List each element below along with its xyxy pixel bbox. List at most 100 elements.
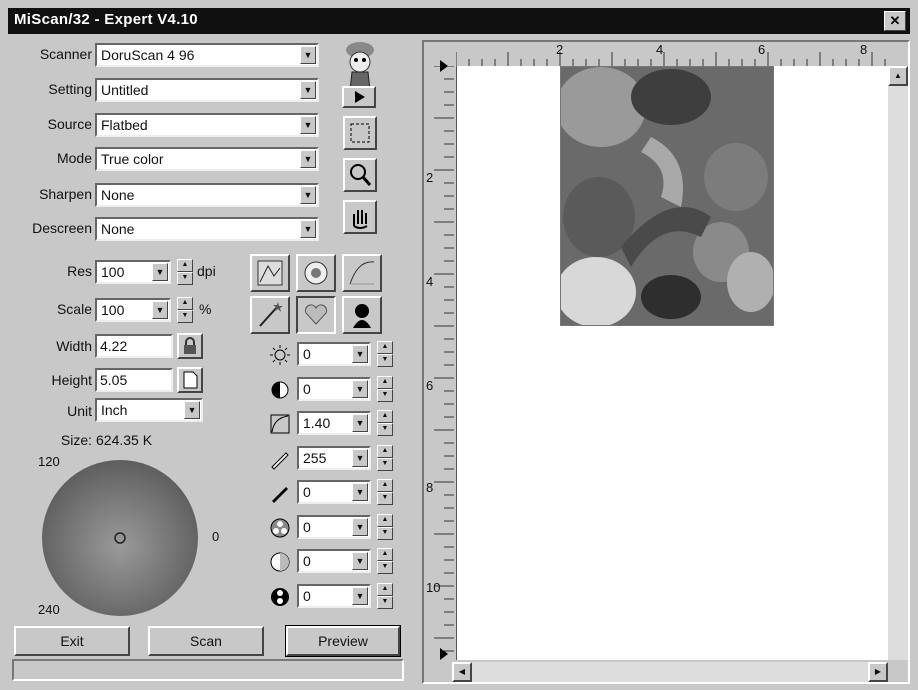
adjustment-spinner[interactable]: ▲ ▼	[377, 514, 393, 540]
horizontal-ruler-ticks	[455, 52, 886, 66]
size-label: Size:	[60, 432, 92, 448]
play-button[interactable]	[342, 86, 376, 108]
adjustment-select[interactable]: 0 ▼	[297, 515, 371, 539]
chevron-down-icon[interactable]: ▼	[300, 186, 316, 204]
chevron-down-icon[interactable]: ▼	[300, 81, 316, 99]
source-select[interactable]: Flatbed ▼	[95, 113, 319, 137]
spin-up-icon[interactable]: ▲	[377, 583, 393, 596]
chevron-down-icon[interactable]: ▼	[352, 587, 368, 605]
ruler-marker-icon[interactable]	[440, 60, 448, 72]
scroll-up-icon[interactable]: ▲	[888, 66, 908, 86]
chevron-down-icon[interactable]: ▼	[352, 380, 368, 398]
spin-down-icon[interactable]: ▼	[377, 354, 393, 367]
chevron-down-icon[interactable]: ▼	[184, 401, 200, 419]
spin-down-icon[interactable]: ▼	[377, 458, 393, 471]
spin-up-icon[interactable]: ▲	[377, 341, 393, 354]
horizontal-scrollbar[interactable]: ◀ ▶	[452, 662, 888, 682]
chevron-down-icon[interactable]: ▼	[352, 449, 368, 467]
adjustment-select[interactable]: 0 ▼	[297, 480, 371, 504]
chevron-down-icon[interactable]: ▼	[300, 150, 316, 168]
chevron-down-icon[interactable]: ▼	[300, 220, 316, 238]
spin-down-icon[interactable]: ▼	[377, 389, 393, 402]
mode-select[interactable]: True color ▼	[95, 147, 319, 171]
chevron-down-icon[interactable]: ▼	[152, 301, 168, 319]
chevron-down-icon[interactable]: ▼	[352, 345, 368, 363]
zoom-button[interactable]	[343, 158, 377, 192]
adjustment-select[interactable]: 255 ▼	[297, 446, 371, 470]
vertical-scrollbar[interactable]: ▲	[888, 66, 908, 660]
scanner-select[interactable]: DoruScan 4 96 ▼	[95, 43, 319, 67]
spin-down-icon[interactable]: ▼	[177, 310, 193, 323]
spin-up-icon[interactable]: ▲	[377, 376, 393, 389]
spin-up-icon[interactable]: ▲	[177, 259, 193, 272]
spin-down-icon[interactable]: ▼	[377, 423, 393, 436]
scale-spinner[interactable]: ▲ ▼	[177, 297, 193, 323]
select-area-button[interactable]	[343, 116, 377, 150]
spin-up-icon[interactable]: ▲	[377, 548, 393, 561]
unit-select[interactable]: Inch ▼	[95, 398, 203, 422]
pan-button[interactable]	[343, 200, 377, 234]
chevron-down-icon[interactable]: ▼	[352, 518, 368, 536]
spin-up-icon[interactable]: ▲	[377, 479, 393, 492]
close-button[interactable]: ✕	[884, 11, 906, 31]
color-wheel[interactable]	[40, 458, 200, 618]
adjustment-select[interactable]: 0 ▼	[297, 377, 371, 401]
filter-button-1[interactable]	[250, 254, 290, 292]
scroll-right-icon[interactable]: ▶	[868, 662, 888, 682]
adjustment-spinner[interactable]: ▲ ▼	[377, 341, 393, 367]
spin-up-icon[interactable]: ▲	[177, 297, 193, 310]
filter-button-3[interactable]	[342, 254, 382, 292]
setting-select[interactable]: Untitled ▼	[95, 78, 319, 102]
black-point-icon	[268, 481, 294, 507]
chevron-down-icon[interactable]: ▼	[352, 483, 368, 501]
lock-aspect-button[interactable]	[177, 333, 203, 359]
descreen-select[interactable]: None ▼	[95, 217, 319, 241]
res-select[interactable]: 100 ▼	[95, 260, 171, 284]
adjustment-select[interactable]: 0 ▼	[297, 584, 371, 608]
scale-select[interactable]: 100 ▼	[95, 298, 171, 322]
height-field[interactable]: 5.05	[95, 368, 173, 392]
scan-button[interactable]: Scan	[148, 626, 264, 656]
preview-image[interactable]	[560, 66, 774, 326]
adjustment-select[interactable]: 1.40 ▼	[297, 411, 371, 435]
filter-button-4[interactable]	[250, 296, 290, 334]
adjustment-select[interactable]: 0 ▼	[297, 342, 371, 366]
exit-button[interactable]: Exit	[14, 626, 130, 656]
res-spinner[interactable]: ▲ ▼	[177, 259, 193, 285]
chevron-down-icon[interactable]: ▼	[152, 263, 168, 281]
source-value: Flatbed	[101, 117, 148, 133]
spin-up-icon[interactable]: ▲	[377, 445, 393, 458]
adjustment-value: 0	[303, 588, 311, 604]
page-size-button[interactable]	[177, 367, 203, 393]
mode-label: Mode	[56, 150, 92, 166]
chevron-down-icon[interactable]: ▼	[352, 414, 368, 432]
adjustment-spinner[interactable]: ▲ ▼	[377, 479, 393, 505]
sharpen-select[interactable]: None ▼	[95, 183, 319, 207]
filter-button-2[interactable]	[296, 254, 336, 292]
adjustment-spinner[interactable]: ▲ ▼	[377, 445, 393, 471]
chevron-down-icon[interactable]: ▼	[352, 552, 368, 570]
chevron-down-icon[interactable]: ▼	[300, 46, 316, 64]
scanner-label: Scanner	[39, 46, 92, 62]
spin-down-icon[interactable]: ▼	[377, 561, 393, 574]
spin-down-icon[interactable]: ▼	[377, 596, 393, 609]
spin-down-icon[interactable]: ▼	[177, 272, 193, 285]
chevron-down-icon[interactable]: ▼	[300, 116, 316, 134]
spin-up-icon[interactable]: ▲	[377, 410, 393, 423]
ruler-marker-icon[interactable]	[440, 648, 448, 660]
title-bar[interactable]: MiScan/32 - Expert V4.10 ✕	[8, 8, 910, 34]
adjustment-select[interactable]: 0 ▼	[297, 549, 371, 573]
preview-button[interactable]: Preview	[285, 625, 401, 657]
spin-down-icon[interactable]: ▼	[377, 527, 393, 540]
adjustment-spinner[interactable]: ▲ ▼	[377, 410, 393, 436]
width-field[interactable]: 4.22	[95, 334, 173, 358]
adjustment-spinner[interactable]: ▲ ▼	[377, 548, 393, 574]
adjustment-spinner[interactable]: ▲ ▼	[377, 376, 393, 402]
adjustment-value: 0	[303, 381, 311, 397]
spin-up-icon[interactable]: ▲	[377, 514, 393, 527]
filter-button-5[interactable]	[296, 296, 336, 334]
spin-down-icon[interactable]: ▼	[377, 492, 393, 505]
scroll-left-icon[interactable]: ◀	[452, 662, 472, 682]
filter-button-6[interactable]	[342, 296, 382, 334]
adjustment-spinner[interactable]: ▲ ▼	[377, 583, 393, 609]
